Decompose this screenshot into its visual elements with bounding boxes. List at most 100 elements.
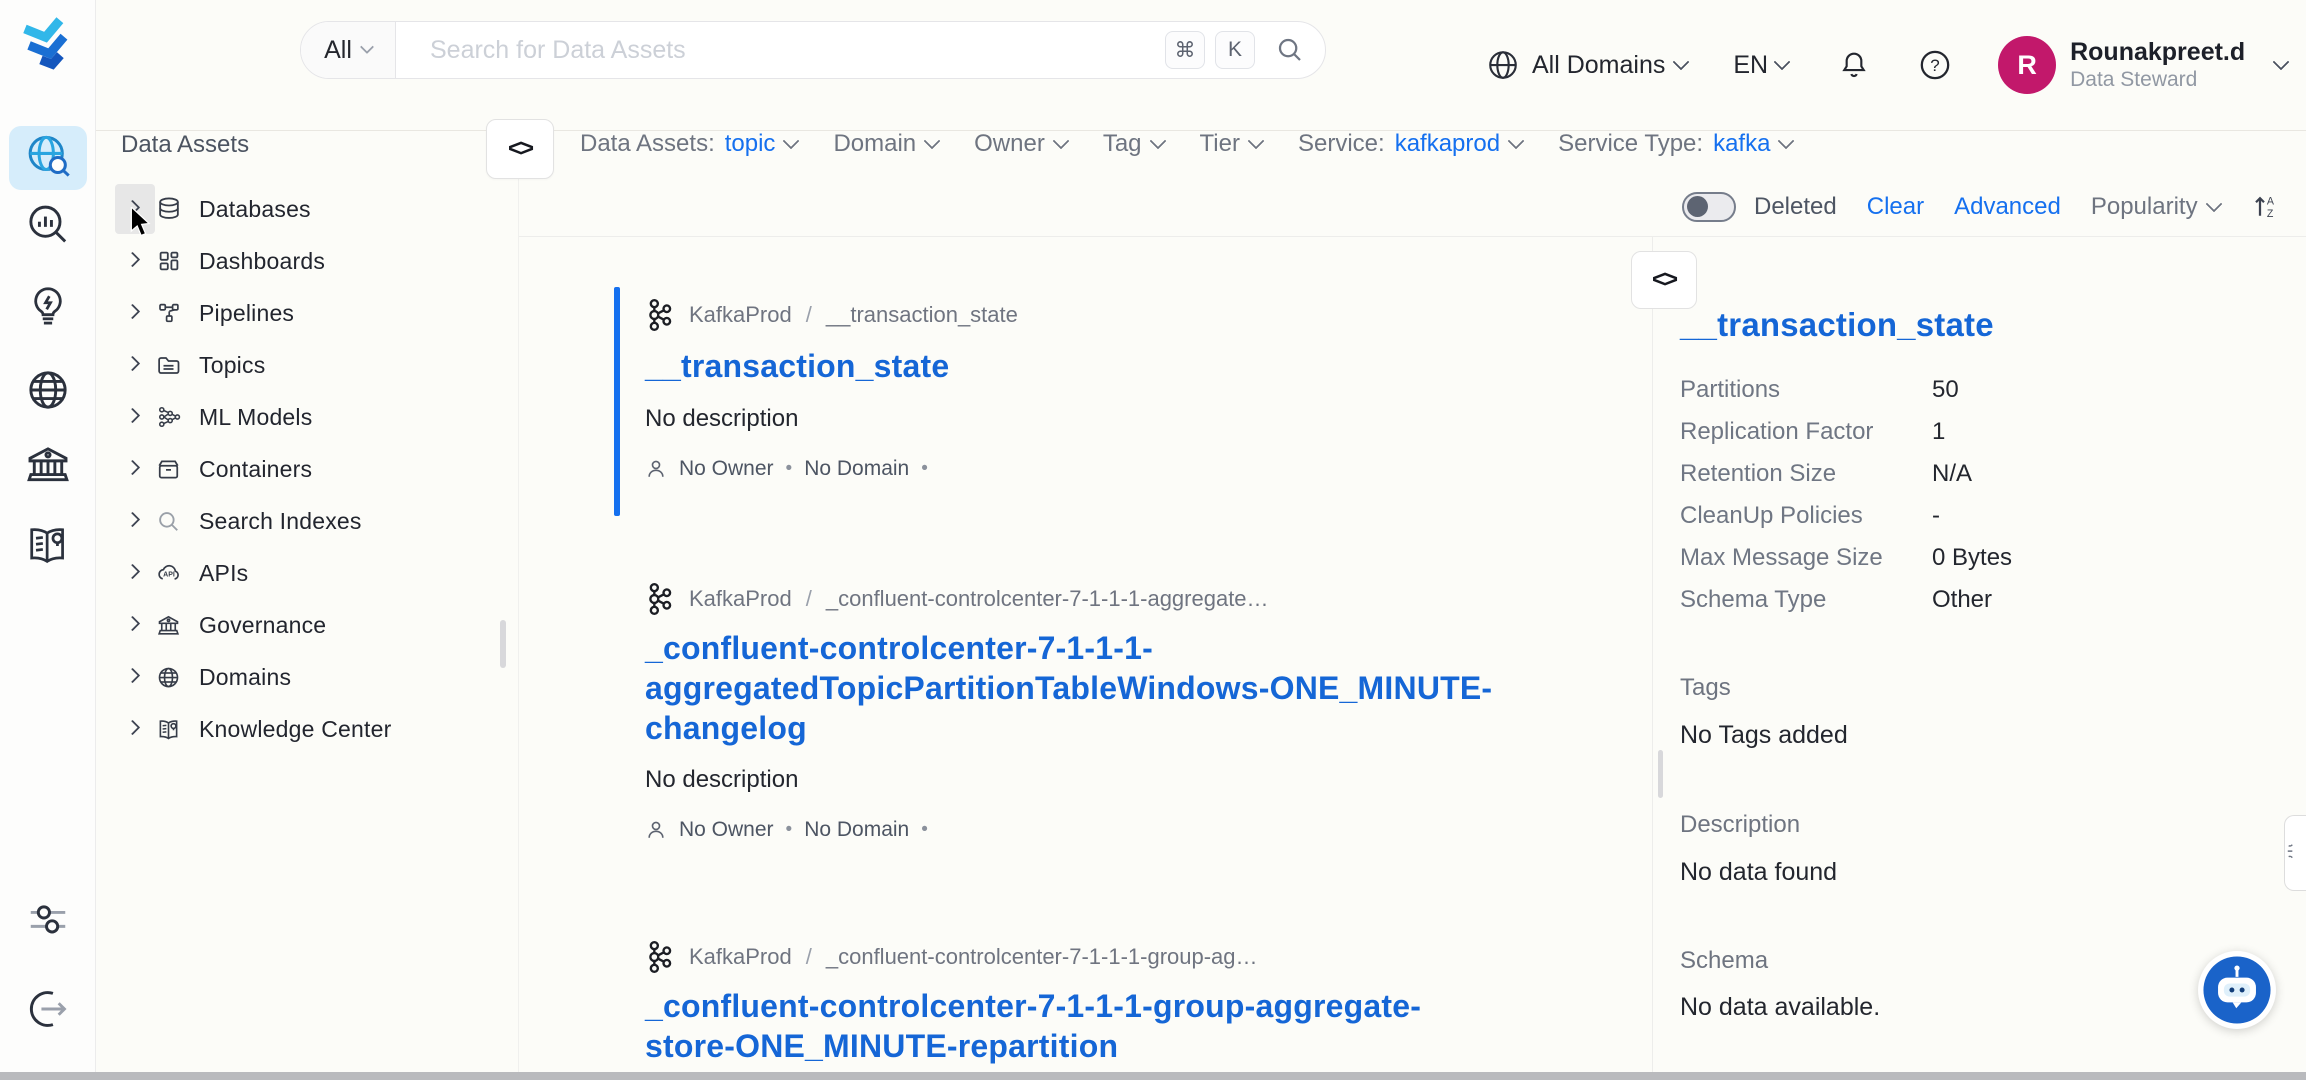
tree-main-divider bbox=[518, 131, 519, 1072]
expand-chevron-icon[interactable] bbox=[127, 304, 138, 322]
sidebar-item-dashboards[interactable]: Dashboards bbox=[97, 235, 497, 287]
property-row: Max Message Size 0 Bytes bbox=[1680, 537, 2240, 579]
language-dropdown[interactable]: EN bbox=[1733, 51, 1768, 80]
service-name[interactable]: KafkaProd bbox=[689, 944, 792, 970]
page-title: Data Assets bbox=[121, 131, 249, 159]
notifications-bell-icon[interactable] bbox=[1838, 49, 1870, 81]
sidebar-item-label: Topics bbox=[199, 352, 265, 379]
filter-owner-dropdown[interactable]: Owner bbox=[974, 130, 1067, 158]
service-name[interactable]: KafkaProd bbox=[689, 302, 792, 328]
filter-bar: Data Assets: topic Domain Owner Tag Tier… bbox=[580, 118, 1792, 170]
sidebar-item-label: Domains bbox=[199, 664, 291, 691]
domain-label: No Domain bbox=[804, 457, 909, 481]
nav-explore-icon[interactable] bbox=[0, 132, 96, 182]
clear-filters-button[interactable]: Clear bbox=[1867, 193, 1924, 221]
expand-chevron-icon[interactable] bbox=[127, 252, 138, 270]
result-card[interactable]: KafkaProd / _confluent-controlcenter-7-1… bbox=[645, 582, 1495, 842]
search-scope-dropdown[interactable]: All bbox=[301, 22, 396, 78]
sidebar-item-domains[interactable]: Domains bbox=[97, 651, 497, 703]
data-assets-tree: Databases Dashboards bbox=[97, 183, 497, 755]
property-row: Schema Type Other bbox=[1680, 579, 2240, 621]
result-card[interactable]: KafkaProd / _confluent-controlcenter-7-1… bbox=[645, 940, 1495, 1066]
nav-settings-icon[interactable] bbox=[0, 896, 96, 942]
chat-bot-button[interactable] bbox=[2198, 951, 2276, 1029]
result-title-link[interactable]: _confluent-controlcenter-7-1-1-1-group-a… bbox=[645, 986, 1493, 1066]
filter-data-assets-dropdown[interactable]: Data Assets: topic bbox=[580, 130, 797, 158]
nav-logout-icon[interactable] bbox=[0, 986, 96, 1032]
search-input[interactable] bbox=[396, 35, 1165, 66]
property-row: Retention Size N/A bbox=[1680, 453, 2240, 495]
domains-icon bbox=[155, 665, 182, 690]
meta-dot: • bbox=[786, 819, 793, 841]
sort-order-icon[interactable]: A Z bbox=[2250, 192, 2280, 222]
global-search-bar[interactable]: All ⌘ K bbox=[300, 21, 1326, 79]
apis-icon: API bbox=[155, 560, 182, 586]
globe-icon bbox=[1486, 48, 1520, 82]
filter-service-type-dropdown[interactable]: Service Type: kafka bbox=[1558, 130, 1792, 158]
help-icon[interactable]: ? bbox=[1918, 48, 1952, 82]
expand-chevron-icon[interactable] bbox=[127, 512, 138, 530]
search-scope-label: All bbox=[324, 36, 352, 65]
property-label: Max Message Size bbox=[1680, 544, 1932, 572]
sidebar-item-pipelines[interactable]: Pipelines bbox=[97, 287, 497, 339]
details-properties: Partitions 50 Replication Factor 1 Reten… bbox=[1680, 369, 2240, 621]
filter-domain-dropdown[interactable]: Domain bbox=[833, 130, 938, 158]
nav-govern-icon[interactable] bbox=[0, 442, 96, 490]
app-root: All ⌘ K All Domains EN bbox=[0, 0, 2306, 1080]
collapse-details-panel-button[interactable]: <> bbox=[1631, 251, 1697, 309]
avatar[interactable]: R bbox=[1998, 36, 2056, 94]
sidebar-item-topics[interactable]: Topics bbox=[97, 339, 497, 391]
expand-chevron-icon[interactable] bbox=[127, 356, 138, 374]
nav-insights-icon[interactable] bbox=[0, 283, 96, 329]
header-right-cluster: All Domains EN ? R Rounakpreet.d Data St… bbox=[1486, 0, 2287, 130]
app-logo-icon[interactable] bbox=[18, 10, 76, 76]
sidebar-item-ml-models[interactable]: ML Models bbox=[97, 391, 497, 443]
sidebar-item-search-indexes[interactable]: Search Indexes bbox=[97, 495, 497, 547]
whats-new-edge-button[interactable] bbox=[2284, 815, 2306, 891]
expand-chevron-icon[interactable] bbox=[127, 460, 138, 478]
property-label: Retention Size bbox=[1680, 460, 1932, 488]
sidebar-item-databases[interactable]: Databases bbox=[97, 183, 497, 235]
chevron-down-icon bbox=[2205, 196, 2222, 213]
content-divider bbox=[519, 236, 2306, 237]
details-scrollbar-thumb[interactable] bbox=[1658, 750, 1663, 798]
filter-label: Data Assets: bbox=[580, 130, 715, 158]
deleted-toggle[interactable] bbox=[1682, 192, 1736, 222]
sort-dropdown[interactable]: Popularity bbox=[2091, 193, 2220, 221]
expand-chevron-icon[interactable] bbox=[127, 668, 138, 686]
tree-scrollbar-thumb[interactable] bbox=[500, 620, 506, 668]
filter-tier-dropdown[interactable]: Tier bbox=[1200, 130, 1262, 158]
advanced-search-button[interactable]: Advanced bbox=[1954, 193, 2061, 221]
all-domains-dropdown[interactable]: All Domains bbox=[1532, 51, 1665, 80]
sidebar-item-governance[interactable]: Governance bbox=[97, 599, 497, 651]
search-icon[interactable] bbox=[1275, 35, 1305, 65]
toggle-knob bbox=[1687, 196, 1708, 217]
sidebar-item-knowledge-center[interactable]: Knowledge Center bbox=[97, 703, 497, 755]
nav-observability-icon[interactable] bbox=[0, 202, 96, 250]
result-title-link[interactable]: __transaction_state bbox=[645, 346, 1495, 386]
sidebar-item-label: Dashboards bbox=[199, 248, 325, 275]
expand-chevron-icon[interactable] bbox=[127, 616, 138, 634]
expand-chevron-icon[interactable] bbox=[127, 720, 138, 738]
expand-chevron-icon[interactable] bbox=[127, 564, 138, 582]
description-body: No data found bbox=[1680, 858, 1837, 887]
details-title-link[interactable]: __transaction_state bbox=[1680, 306, 1994, 344]
filter-service-dropdown[interactable]: Service: kafkaprod bbox=[1298, 130, 1522, 158]
nav-domains-icon[interactable] bbox=[0, 366, 96, 414]
filter-tag-dropdown[interactable]: Tag bbox=[1103, 130, 1164, 158]
sidebar-item-containers[interactable]: Containers bbox=[97, 443, 497, 495]
chevron-down-icon bbox=[924, 133, 941, 150]
horizontal-scrollbar[interactable] bbox=[0, 1072, 2306, 1080]
filter-label: Tag bbox=[1103, 130, 1142, 158]
collapse-tree-panel-button[interactable]: <> bbox=[486, 119, 554, 179]
tags-heading: Tags bbox=[1680, 674, 1731, 702]
expand-chevron-icon[interactable] bbox=[127, 408, 138, 426]
result-breadcrumb: KafkaProd / _confluent-controlcenter-7-1… bbox=[645, 582, 1495, 616]
user-menu-chevron-icon[interactable] bbox=[2273, 54, 2290, 71]
details-panel-divider bbox=[1652, 237, 1653, 1072]
sidebar-item-apis[interactable]: API APIs bbox=[97, 547, 497, 599]
nav-learning-icon[interactable] bbox=[0, 522, 96, 570]
result-card[interactable]: KafkaProd / __transaction_state __transa… bbox=[645, 298, 1495, 481]
service-name[interactable]: KafkaProd bbox=[689, 586, 792, 612]
result-title-link[interactable]: _confluent-controlcenter-7-1-1-1-aggrega… bbox=[645, 628, 1493, 748]
